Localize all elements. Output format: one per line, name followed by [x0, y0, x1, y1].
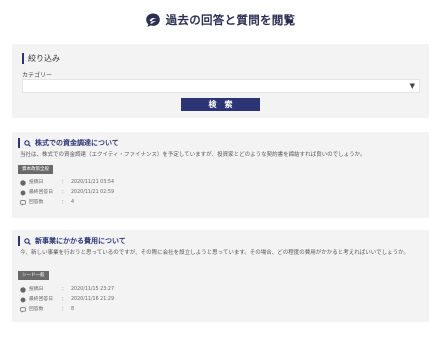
- question-title-link[interactable]: 株式での資金調達について: [18, 138, 119, 148]
- question-meta: 投稿日 ： 2020/11/21 03:54 最終回答日 ： 2020/11/2…: [20, 178, 114, 208]
- category-select[interactable]: ▼: [22, 79, 420, 93]
- dropdown-arrow-icon: ▼: [409, 82, 415, 90]
- search-icon: [24, 237, 31, 245]
- question-excerpt: 当社は、株式での資金調達（エクイティ・ファイナンス）を予定していますが、投資家と…: [20, 152, 366, 158]
- search-button[interactable]: 検索: [181, 98, 260, 111]
- category-tag[interactable]: シード一般: [18, 271, 49, 280]
- question-card: 新事業にかかる費用について 今、新しい事業を行おうと思っているのですが、その際に…: [12, 230, 429, 322]
- meta-row-posted: 投稿日 ： 2020/11/21 03:54: [20, 178, 114, 188]
- meta-row-posted: 投稿日 ： 2020/11/15 23:27: [20, 285, 114, 295]
- search-icon: [24, 139, 31, 147]
- question-title: 新事業にかかる費用について: [35, 237, 126, 245]
- meta-row-answer-count: 回答数 ： 8: [20, 305, 114, 315]
- filter-title: 絞り込み: [22, 53, 60, 64]
- page-title: 過去の回答と質問を閲覧: [165, 13, 296, 27]
- question-excerpt: 今、新しい事業を行おうと思っているのですが、その際に会社を設立しようと思っていま…: [20, 250, 410, 256]
- filter-panel: 絞り込み カテゴリー ▼ 検索: [12, 44, 429, 118]
- pencil-icon: [20, 180, 26, 186]
- meta-row-answer-count: 回答数 ： 4: [20, 198, 114, 208]
- question-meta: 投稿日 ： 2020/11/15 23:27 最終回答日 ： 2020/11/1…: [20, 285, 114, 315]
- category-label: カテゴリー: [22, 72, 53, 79]
- comment-icon: [20, 200, 26, 206]
- category-tag[interactable]: 資本政策全般: [18, 165, 53, 174]
- pencil-icon: [20, 287, 26, 293]
- question-card: 株式での資金調達について 当社は、株式での資金調達（エクイティ・ファイナンス）を…: [12, 132, 429, 218]
- question-title-link[interactable]: 新事業にかかる費用について: [18, 236, 126, 246]
- meta-row-last-answer: 最終回答日 ： 2020/11/16 21:29: [20, 295, 114, 305]
- reply-icon: [20, 297, 26, 303]
- page-header: 過去の回答と質問を閲覧: [0, 10, 440, 30]
- chat-bubble-logo-icon: [145, 12, 161, 28]
- question-title: 株式での資金調達について: [35, 139, 119, 147]
- meta-row-last-answer: 最終回答日 ： 2020/11/21 02:59: [20, 188, 114, 198]
- comment-icon: [20, 307, 26, 313]
- reply-icon: [20, 190, 26, 196]
